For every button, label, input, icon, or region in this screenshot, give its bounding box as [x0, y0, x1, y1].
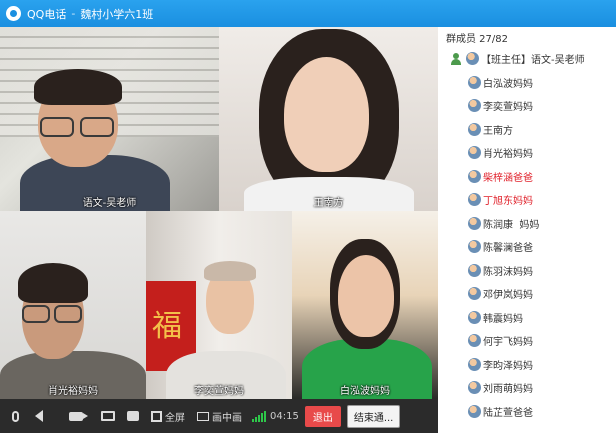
member-name: 陆芷萱爸爸: [483, 407, 533, 419]
video-tile-participant-2[interactable]: 王南方: [219, 27, 438, 211]
signal-strength-icon: [252, 410, 266, 422]
fullscreen-label: 全屏: [165, 412, 185, 424]
list-item[interactable]: 陈润康 妈妈: [438, 212, 616, 236]
avatar: [468, 381, 481, 395]
members-panel: 群成员 27/82 【班主任】语文-吴老师 白泓波妈妈 李奕萱妈妈 王南方 肖光…: [438, 27, 616, 433]
list-item[interactable]: 刘雨萌妈妈: [438, 376, 616, 400]
microphone-icon: [12, 410, 19, 422]
app-name: QQ电话: [27, 7, 67, 21]
member-name: 韩震妈妈: [483, 313, 523, 325]
avatar: [468, 404, 481, 418]
call-toolbar: 全屏 画中画 04:15 退出 结束通...: [0, 399, 438, 433]
list-item[interactable]: 白泓波妈妈: [438, 71, 616, 95]
list-item[interactable]: 【班主任】语文-吴老师: [438, 47, 616, 71]
member-name: 陈馨澜爸爸: [483, 243, 533, 255]
list-item[interactable]: 邓伊岚妈妈: [438, 282, 616, 306]
avatar: [468, 193, 481, 207]
speaker-icon: [35, 410, 43, 422]
video-grid: 语文-吴老师 王南方 肖光裕妈妈 福 李奕萱妈妈 白泓波妈妈: [0, 27, 438, 399]
list-item[interactable]: 陆芷萱爸爸: [438, 400, 616, 424]
exit-button[interactable]: 退出: [304, 405, 341, 427]
avatar: [466, 52, 479, 66]
member-name: 陈羽沫妈妈: [483, 266, 533, 278]
member-name: 刘雨萌妈妈: [483, 384, 533, 396]
member-name: 邓伊岚妈妈: [483, 290, 533, 302]
avatar: [468, 169, 481, 183]
avatar: [468, 146, 481, 160]
member-list: 【班主任】语文-吴老师 白泓波妈妈 李奕萱妈妈 王南方 肖光裕妈妈 柴梓涵爸爸 …: [438, 47, 616, 423]
camera-button[interactable]: [63, 399, 89, 433]
video-name-label: 肖光裕妈妈: [48, 386, 98, 397]
list-item[interactable]: 陈馨澜爸爸: [438, 235, 616, 259]
list-item[interactable]: 王南方: [438, 118, 616, 142]
call-timer: 04:15: [270, 410, 299, 422]
person-icon: [450, 52, 462, 65]
camera-icon: [69, 411, 88, 421]
video-name-label: 王南方: [313, 198, 344, 209]
member-name: 肖光裕妈妈: [483, 149, 533, 161]
pip-button[interactable]: 画中画: [191, 399, 248, 433]
share-screen-button[interactable]: [95, 399, 121, 433]
title-separator: -: [71, 7, 76, 20]
avatar: [468, 75, 481, 89]
video-tile-participant-4[interactable]: 福 李奕萱妈妈: [146, 211, 292, 399]
video-tile-teacher[interactable]: 语文-吴老师: [0, 27, 219, 211]
screen-share-icon: [101, 411, 115, 421]
title-bar: QQ电话 - 魏村小学六1班: [0, 0, 616, 27]
avatar: [468, 240, 481, 254]
video-name-label: 语文-吴老师: [82, 198, 137, 209]
video-tile-participant-5[interactable]: 白泓波妈妈: [292, 211, 438, 399]
avatar: [468, 99, 481, 113]
member-name: 柴梓涵爸爸: [483, 172, 533, 184]
video-name-label: 李奕萱妈妈: [194, 386, 244, 397]
avatar: [468, 357, 481, 371]
avatar: [468, 122, 481, 136]
avatar: [468, 310, 481, 324]
qq-logo-icon: [6, 6, 21, 21]
list-item[interactable]: 李昀泽妈妈: [438, 353, 616, 377]
list-item[interactable]: 肖光裕妈妈: [438, 141, 616, 165]
member-name: 李昀泽妈妈: [483, 360, 533, 372]
list-item[interactable]: 李奕萱妈妈: [438, 94, 616, 118]
group-name: 魏村小学六1班: [80, 7, 154, 21]
member-name: 丁旭东妈妈: [483, 196, 533, 208]
member-name: 【班主任】语文-吴老师: [481, 55, 585, 67]
member-name: 何宇飞妈妈: [483, 337, 533, 349]
member-name: 陈润康 妈妈: [483, 219, 540, 231]
avatar: [468, 334, 481, 348]
video-tile-participant-3[interactable]: 肖光裕妈妈: [0, 211, 146, 399]
list-item[interactable]: 陈羽沫妈妈: [438, 259, 616, 283]
member-name: 白泓波妈妈: [483, 78, 533, 90]
list-item[interactable]: 韩震妈妈: [438, 306, 616, 330]
list-item[interactable]: 丁旭东妈妈: [438, 188, 616, 212]
video-name-label: 白泓波妈妈: [340, 386, 390, 397]
fullscreen-icon: [151, 410, 162, 422]
picture-in-picture-icon: [197, 411, 209, 421]
end-call-button[interactable]: 结束通...: [346, 404, 401, 428]
member-name: 王南方: [483, 125, 513, 137]
avatar: [468, 216, 481, 230]
fullscreen-button[interactable]: 全屏: [145, 399, 191, 433]
member-name: 李奕萱妈妈: [483, 102, 533, 114]
banner-character: 福: [152, 309, 182, 344]
microphone-button[interactable]: [0, 399, 25, 433]
avatar: [468, 263, 481, 277]
chat-button[interactable]: [121, 399, 145, 433]
list-item[interactable]: 柴梓涵爸爸: [438, 165, 616, 189]
speaker-button[interactable]: [25, 399, 49, 433]
pip-label: 画中画: [212, 412, 242, 424]
list-item[interactable]: 何宇飞妈妈: [438, 329, 616, 353]
chat-icon: [127, 411, 139, 421]
members-count-header: 群成员 27/82: [446, 33, 508, 45]
avatar: [468, 287, 481, 301]
